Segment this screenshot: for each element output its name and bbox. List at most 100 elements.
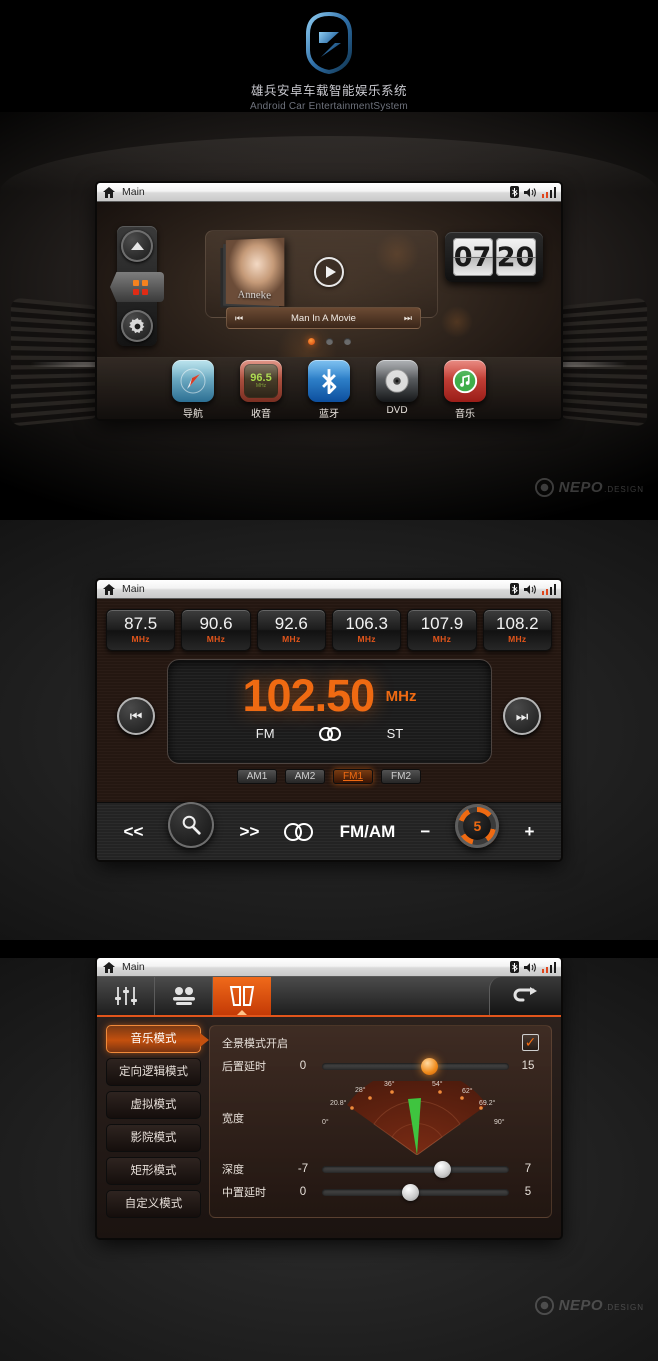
preset-unit: MHz	[432, 634, 452, 644]
volume-up-button[interactable]: +	[524, 822, 534, 842]
stereo-icon[interactable]	[284, 822, 314, 841]
disc-icon[interactable]	[376, 360, 418, 402]
slider-track[interactable]	[322, 1160, 509, 1178]
slider-label: 深度	[222, 1164, 244, 1176]
status-title: Main	[122, 961, 145, 973]
preset-unit: MHz	[282, 634, 301, 644]
skip-next-icon[interactable]: ⏭	[503, 697, 541, 735]
slider-label: 后置延时	[222, 1061, 266, 1073]
radio-screen-body: 87.5 MHz 90.6 MHz 92.6 MHz 106.3 MHz 107…	[97, 599, 561, 860]
mode-button[interactable]: 影院模式	[106, 1124, 201, 1152]
speaker-icon	[523, 962, 536, 972]
mode-button[interactable]: 音乐模式	[106, 1025, 209, 1053]
preset-button[interactable]: 87.5 MHz	[106, 609, 176, 651]
volume-down-button[interactable]: −	[420, 822, 430, 842]
slider-center-delay: 中置延时 0 5	[222, 1183, 539, 1201]
band-button-am1[interactable]: AM1	[237, 769, 277, 784]
app-dvd[interactable]: DVD	[375, 360, 419, 419]
rewind-button[interactable]: <<	[124, 822, 144, 842]
watermark-suffix: .DESIGN	[604, 485, 644, 494]
bluetooth-icon[interactable]	[308, 360, 350, 402]
preset-button[interactable]: 90.6 MHz	[181, 609, 251, 651]
panorama-label: 全景模式开启	[222, 1037, 288, 1050]
brand-header: 雄兵安卓车载智能娱乐系统 Android Car EntertainmentSy…	[0, 0, 658, 112]
app-label: 收音	[251, 409, 271, 419]
grid-apps-icon[interactable]	[110, 272, 164, 302]
mode-button[interactable]: 矩形模式	[106, 1157, 201, 1185]
mode-list: 音乐模式 定向逻辑模式 虚拟模式 影院模式 矩形模式 自定义模式	[106, 1025, 209, 1218]
watermark-audio: NEPO .DESIGN	[534, 1296, 644, 1315]
preset-unit: MHz	[206, 634, 226, 644]
angle-label-208: 20.8°	[330, 1099, 347, 1107]
preset-freq: 108.2	[496, 614, 539, 633]
audio-panel: 音乐模式 定向逻辑模式 虚拟模式 影院模式 矩形模式 自定义模式 全景模式开启 …	[97, 1017, 561, 1218]
music-note-icon[interactable]	[444, 360, 486, 402]
tab-fader[interactable]	[155, 977, 213, 1015]
chevron-up-circle-icon[interactable]	[121, 230, 153, 262]
band-button-am2[interactable]: AM2	[285, 769, 325, 784]
play-icon[interactable]	[314, 257, 344, 287]
slider-min: 0	[299, 1186, 307, 1198]
preset-freq: 106.3	[345, 614, 388, 633]
tab-equalizer[interactable]	[97, 977, 155, 1015]
page-dot-2[interactable]	[325, 338, 333, 345]
radio-section: Main 87.5 MHz 90.6 MHz 92.6 MHz 106.3 MH…	[0, 520, 658, 940]
page-indicator[interactable]	[97, 338, 561, 345]
app-music[interactable]: 音乐	[443, 360, 487, 419]
app-radio[interactable]: 96.5 MHz 收音	[239, 360, 283, 419]
slider-track[interactable]	[322, 1057, 509, 1075]
preset-row: 87.5 MHz 90.6 MHz 92.6 MHz 106.3 MHz 107…	[97, 599, 561, 651]
status-title: Main	[122, 583, 145, 595]
band-toggle-button[interactable]: FM/AM	[340, 822, 396, 842]
audio-screen-body: 音乐模式 定向逻辑模式 虚拟模式 影院模式 矩形模式 自定义模式 全景模式开启 …	[97, 977, 561, 1238]
album-art[interactable]: Anneke	[225, 237, 285, 307]
preset-button[interactable]: 108.2 MHz	[482, 609, 552, 651]
slider-thumb[interactable]	[421, 1057, 439, 1075]
angle-label-90: 90°	[494, 1118, 505, 1126]
radio-icon[interactable]: 96.5 MHz	[240, 360, 282, 402]
slider-thumb[interactable]	[402, 1183, 420, 1201]
skip-previous-icon[interactable]: ⏮	[235, 313, 243, 324]
page-dot-3[interactable]	[343, 338, 351, 345]
return-arrow-icon[interactable]	[489, 977, 561, 1015]
slider-track[interactable]	[322, 1183, 509, 1201]
width-label: 宽度	[222, 1113, 244, 1125]
mode-button[interactable]: 虚拟模式	[106, 1091, 201, 1119]
app-nav[interactable]: 导航	[171, 360, 215, 419]
page-dot-1[interactable]	[307, 338, 315, 345]
speaker-icon	[523, 584, 536, 594]
watermark-name: NEPO	[558, 479, 604, 496]
home-icon[interactable]	[103, 583, 115, 595]
home-icon[interactable]	[103, 961, 115, 973]
radio-control-bar: << >> FM/AM − 5 +	[97, 801, 561, 860]
mode-button[interactable]: 定向逻辑模式	[106, 1058, 201, 1086]
preset-unit: MHz	[131, 634, 150, 644]
app-label: 音乐	[455, 409, 475, 419]
app-bluetooth[interactable]: 蓝牙	[307, 360, 351, 419]
band-button-fm2[interactable]: FM2	[381, 769, 421, 784]
angle-label-692: 69.2°	[479, 1099, 496, 1107]
volume-knob[interactable]: 5	[455, 803, 500, 848]
skip-previous-icon[interactable]: ⏮	[117, 697, 155, 735]
search-icon[interactable]	[168, 801, 215, 848]
app-label: 导航	[183, 409, 203, 419]
width-radar-fan[interactable]: 0° 20.8° 28° 36° 54° 62° 69.2° 90°	[322, 1068, 512, 1156]
forward-button[interactable]: >>	[240, 822, 260, 842]
mode-button[interactable]: 自定义模式	[106, 1190, 201, 1218]
skip-next-icon[interactable]: ⏭	[404, 313, 412, 324]
settings-panel: 全景模式开启 ✓ 后置延时 0 15 宽度 0° 20.8° 28° 36° 5…	[209, 1025, 552, 1218]
band-button-fm1[interactable]: FM1	[333, 769, 373, 784]
compass-navigation-icon[interactable]	[172, 360, 214, 402]
audio-head-unit: Main 音乐模式 定向逻辑模式 虚拟模式 影院模式 矩形模式 自定义模式 全景…	[97, 958, 561, 1238]
watermark-hero: NEPO .DESIGN	[534, 478, 644, 497]
slider-thumb[interactable]	[434, 1160, 452, 1178]
home-icon[interactable]	[103, 186, 115, 198]
preset-button[interactable]: 107.9 MHz	[407, 609, 477, 651]
status-bar-audio: Main	[97, 958, 561, 977]
tab-surround[interactable]	[213, 977, 271, 1015]
slider-max: 15	[521, 1060, 535, 1072]
panorama-checkbox[interactable]: ✓	[522, 1034, 539, 1051]
preset-button[interactable]: 92.6 MHz	[256, 609, 326, 651]
preset-button[interactable]: 106.3 MHz	[331, 609, 402, 651]
radio-freq-unit: MHz	[255, 383, 267, 389]
